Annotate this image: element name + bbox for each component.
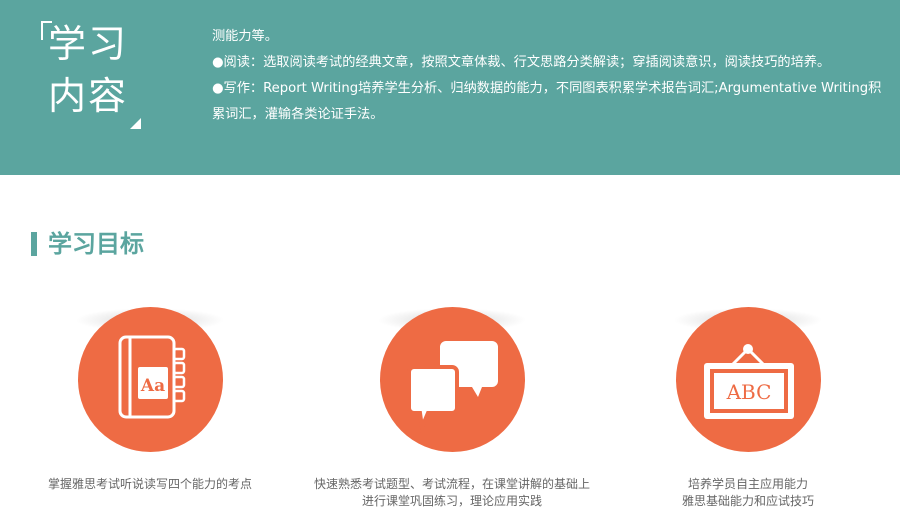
goal-card-3: ABC 培养学员自主应用能力 雅思基础能力和应试技巧 (598, 300, 898, 520)
badge-line-1: 学习 (48, 22, 129, 66)
abc-board-icon: ABC (704, 344, 794, 419)
goal-2-caption: 快速熟悉考试题型、考试流程，在课堂讲解的基础上 进行课堂巩固练习，理论应用实践 (302, 476, 602, 510)
book-icon: Aa (118, 335, 186, 419)
goal-2-caption-line-1: 快速熟悉考试题型、考试流程，在课堂讲解的基础上 (313, 477, 590, 491)
goal-2-circle (380, 307, 525, 452)
goal-1-caption-line-1: 掌握雅思考试听说读写四个能力的考点 (47, 477, 252, 491)
content-paragraph-writing: ●写作：Report Writing培养学生分析、归纳数据的能力，不同图表积累学… (212, 81, 882, 122)
speech-bubbles-icon (407, 341, 498, 435)
content-section: 学习 内容 测能力等。 ●阅读：选取阅读考试的经典文章，按照文章体裁、行文思路分… (0, 0, 900, 175)
goal-3-caption-line-2: 雅思基础能力和应试技巧 (681, 494, 814, 508)
content-paragraph-1: 测能力等。 (212, 29, 278, 44)
section-title-bar (31, 232, 37, 256)
goal-1-circle: Aa (78, 307, 223, 452)
content-paragraph-reading: ●阅读：选取阅读考试的经典文章，按照文章体裁、行文思路分类解读；穿插阅读意识，阅… (212, 55, 831, 70)
goal-3-caption-line-1: 培养学员自主应用能力 (687, 477, 808, 491)
content-badge: 学习 内容 (38, 18, 142, 130)
goal-2-caption-line-2: 进行课堂巩固练习，理论应用实践 (361, 494, 542, 508)
goal-card-1: Aa 掌握雅思考试听说读写四个能力的考点 (0, 300, 300, 520)
goal-3-caption: 培养学员自主应用能力 雅思基础能力和应试技巧 (598, 476, 898, 510)
content-description: 测能力等。 ●阅读：选取阅读考试的经典文章，按照文章体裁、行文思路分类解读；穿插… (212, 24, 892, 128)
badge-line-2: 内容 (48, 74, 129, 118)
book-icon-text: Aa (140, 376, 165, 396)
goals-title-text: 学习目标 (48, 230, 144, 258)
goal-1-caption: 掌握雅思考试听说读写四个能力的考点 (0, 476, 300, 493)
abc-board-text: ABC (726, 380, 772, 404)
goal-3-circle: ABC (676, 307, 821, 452)
goal-card-2: 快速熟悉考试题型、考试流程，在课堂讲解的基础上 进行课堂巩固练习，理论应用实践 (302, 300, 602, 520)
